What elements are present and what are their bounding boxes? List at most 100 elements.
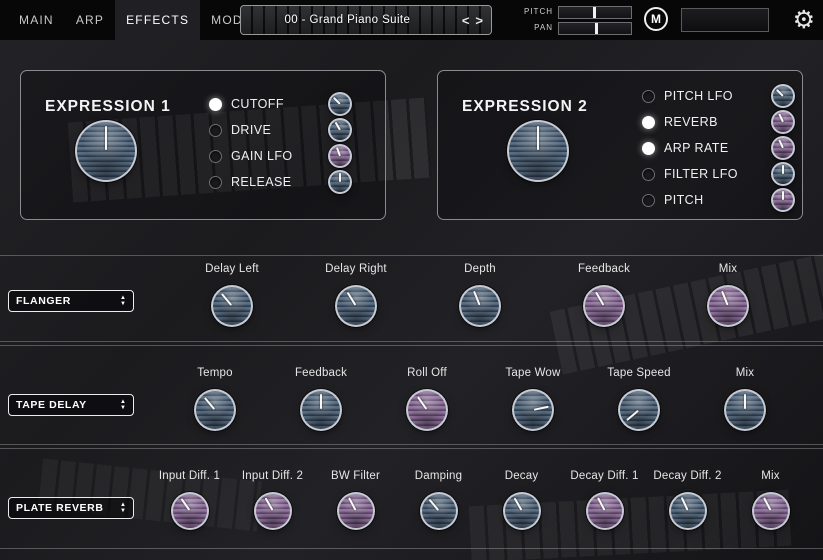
effect-knob[interactable] [256,494,290,528]
slot-radio[interactable] [642,90,655,103]
effect-knob[interactable] [461,287,499,325]
expression-slot: RELEASE [209,169,350,195]
knob-needle [612,383,666,437]
slot-radio[interactable] [642,142,655,155]
knob-cell: Tape Speed [586,367,692,429]
knob-label: Tempo [197,367,233,379]
slot-knob[interactable] [330,146,350,166]
slot-radio[interactable] [642,168,655,181]
knob-needle [333,488,379,534]
knob-cell: Damping [397,470,480,528]
updown-arrows-icon: ▲ ▼ [120,296,126,307]
expression2-title: EXPRESSION 2 [462,98,588,116]
expression2-big-knob[interactable] [509,122,567,180]
effect-row-1-knobs: Delay LeftDelay RightDepthFeedbackMix [170,263,790,325]
effect-knob[interactable] [337,287,375,325]
knob-label: Depth [464,263,496,275]
effect-knob[interactable] [339,494,373,528]
knob-needle [769,82,797,110]
slot-knob[interactable] [330,172,350,192]
slot-radio[interactable] [209,98,222,111]
pitch-pan-labels: PITCH PAN [505,0,553,40]
slot-knob[interactable] [773,138,793,158]
slot-knob[interactable] [330,94,350,114]
output-meter [681,8,769,32]
knob-needle [205,279,259,333]
slot-radio[interactable] [209,176,222,189]
knob-needle [455,281,504,330]
settings-gear-icon[interactable]: ⚙ [793,4,815,36]
effect-knob[interactable] [302,391,340,429]
knob-cell: Feedback [542,263,666,325]
expression1-big-knob[interactable] [77,122,135,180]
knob-needle [726,391,764,429]
knob-needle [582,488,628,534]
pitch-slider[interactable] [558,6,632,19]
expression-slot: ARP RATE [642,135,793,161]
slot-knob[interactable] [773,190,793,210]
knob-cell: Decay [480,470,563,528]
preset-next-icon[interactable]: > [475,13,483,28]
effect-knob[interactable] [505,494,539,528]
slot-knob[interactable] [773,164,793,184]
updown-arrows-icon: ▲ ▼ [120,400,126,411]
effect-knob[interactable] [422,494,456,528]
knob-needle [415,487,463,535]
top-bar: MAINARPEFFECTSMOD 00 - Grand Piano Suite… [0,0,823,40]
knob-label: Mix [719,263,738,275]
slot-knob[interactable] [773,112,793,132]
effect-knob[interactable] [196,391,234,429]
knob-needle [773,190,793,210]
effect-row-3-knobs: Input Diff. 1Input Diff. 2BW FilterDampi… [148,470,812,528]
slot-radio[interactable] [209,124,222,137]
knob-label: Feedback [295,367,347,379]
effect-knob[interactable] [585,287,623,325]
knob-needle [665,488,710,533]
effect-knob[interactable] [709,287,747,325]
effect-knob[interactable] [173,494,207,528]
knob-label: Roll Off [407,367,447,379]
slot-knob[interactable] [330,120,350,140]
tab-effects[interactable]: EFFECTS [115,0,200,40]
arrow-down-icon: ▼ [120,406,126,411]
tab-arp[interactable]: ARP [65,0,115,40]
preset-selector[interactable]: 00 - Grand Piano Suite < > [240,5,492,35]
arrow-up-icon: ▲ [120,400,126,405]
expression1-panel: EXPRESSION 1 CUTOFFDRIVEGAIN LFORELEASE [20,70,386,220]
effect-knob[interactable] [514,391,552,429]
knob-needle [326,116,353,143]
mono-button[interactable]: M [644,7,668,31]
knob-label: Damping [415,470,462,482]
flanger-effect-selector[interactable]: FLANGER ▲ ▼ [8,290,134,312]
effect-knob[interactable] [213,287,251,325]
effect-knob[interactable] [408,391,446,429]
slot-radio[interactable] [209,150,222,163]
knob-cell: Input Diff. 2 [231,470,314,528]
expression-slot: CUTOFF [209,91,350,117]
pan-slider[interactable] [558,22,632,35]
slot-knob[interactable] [773,86,793,106]
knob-label: Delay Right [325,263,387,275]
effect-knob[interactable] [754,494,788,528]
arrow-up-icon: ▲ [120,503,126,508]
knob-cell: Decay Diff. 2 [646,470,729,528]
preset-prev-icon[interactable]: < [462,13,470,28]
slot-radio[interactable] [642,116,655,129]
plate-reverb-effect-selector[interactable]: PLATE REVERB ▲ ▼ [8,497,134,519]
preset-name[interactable]: 00 - Grand Piano Suite [241,14,454,26]
slot-radio[interactable] [642,194,655,207]
knob-label: Tape Speed [607,367,670,379]
effect-row-plate-reverb: PLATE REVERB ▲ ▼ Input Diff. 1Input Diff… [0,448,823,549]
effect-knob[interactable] [726,391,764,429]
slot-label: DRIVE [231,123,330,137]
effect-knob[interactable] [588,494,622,528]
tape-delay-effect-selector[interactable]: TAPE DELAY ▲ ▼ [8,394,134,416]
effect-knob[interactable] [620,391,658,429]
knob-needle [327,143,353,169]
knob-needle [703,281,752,330]
tab-main[interactable]: MAIN [8,0,65,40]
effect-knob[interactable] [671,494,705,528]
knob-needle [770,135,797,162]
knob-cell: Mix [692,367,798,429]
arrow-down-icon: ▼ [120,302,126,307]
